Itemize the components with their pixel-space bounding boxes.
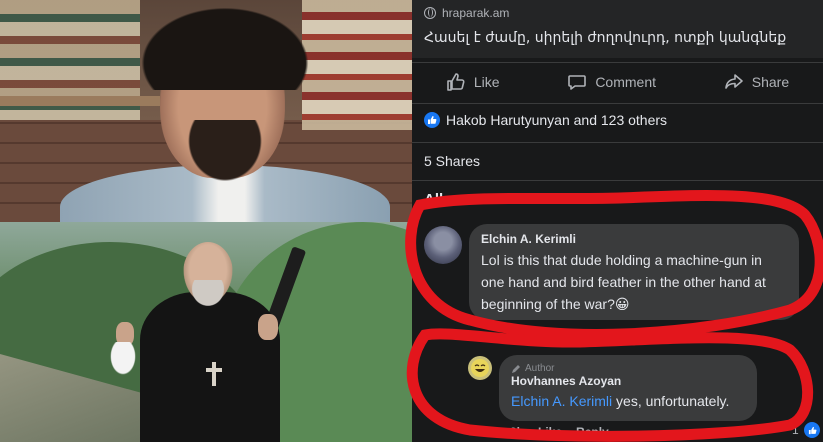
comment-bubble: Elchin A. Kerimli Lol is this that dude …	[469, 224, 799, 320]
comment-label: Comment	[595, 74, 656, 90]
screenshot-canvas: hraparak.am Հասել է ժամը, սիրելի ժողովու…	[0, 0, 823, 442]
reply-reaction-count: 1	[792, 423, 799, 437]
priest-hand-right	[258, 314, 278, 340]
comment-bubble-icon	[568, 75, 587, 90]
feather-whisk	[108, 342, 138, 378]
link-preview-source: hraparak.am	[424, 6, 509, 20]
shelf-board	[0, 96, 160, 106]
cross-pendant	[206, 362, 222, 386]
thumbs-up-icon	[447, 73, 465, 91]
share-label: Share	[751, 74, 790, 90]
globe-icon	[424, 7, 436, 19]
mention-link[interactable]: Elchin A. Kerimli	[511, 393, 612, 409]
divider	[412, 142, 823, 143]
comment-text: Lol is this that dude holding a machine-…	[481, 252, 766, 312]
man-beard	[180, 120, 270, 190]
reply-time: 9h	[510, 425, 525, 439]
share-button[interactable]: Share	[724, 72, 789, 92]
author-badge: Author	[511, 363, 745, 374]
reply-text: Elchin A. Kerimli yes, unfortunately.	[511, 390, 745, 412]
laughing-face-icon	[471, 359, 489, 377]
man-hair	[130, 0, 320, 90]
divider	[412, 103, 823, 104]
avatar[interactable]	[424, 226, 462, 264]
reply-like-button[interactable]: Like	[538, 425, 562, 439]
author-badge-label: Author	[525, 363, 555, 374]
share-arrow-icon	[724, 74, 743, 89]
reply-bubble: Author Hovhannes Azoyan Elchin A. Keriml…	[499, 355, 757, 421]
reply-meta-row: 9h Like Reply	[510, 425, 609, 439]
like-reaction-icon	[424, 112, 440, 128]
post-actions-bar: Like Comment Share	[412, 64, 823, 100]
divider	[412, 62, 823, 63]
pencil-icon	[512, 364, 520, 373]
avatar[interactable]	[468, 356, 492, 380]
comments-filter[interactable]: All comments	[424, 191, 522, 208]
priest-with-rifle-photo	[0, 222, 412, 442]
divider	[412, 180, 823, 181]
priest-beard	[188, 280, 228, 310]
link-preview-title[interactable]: Հասել է ժամը, սիրելի ժողովուրդ, ոտքի կան…	[424, 30, 819, 46]
reactions-text: Hakob Harutyunyan and 123 others	[446, 112, 668, 128]
like-reaction-icon	[804, 422, 820, 438]
comment-author[interactable]: Elchin A. Kerimli	[481, 232, 787, 246]
reply-author[interactable]: Hovhannes Azoyan	[511, 374, 745, 388]
reply-reply-button[interactable]: Reply	[576, 425, 609, 439]
reactions-summary[interactable]: Hakob Harutyunyan and 123 others	[424, 112, 667, 128]
link-preview-site: hraparak.am	[442, 6, 510, 20]
like-button[interactable]: Like	[446, 72, 500, 92]
like-label: Like	[473, 74, 500, 90]
shares-count[interactable]: 5 Shares	[424, 153, 480, 169]
link-preview[interactable]: hraparak.am Հասել է ժամը, սիրելի ժողովու…	[412, 0, 823, 58]
reply-body: yes, unfortunately.	[612, 393, 730, 409]
comment-button[interactable]: Comment	[567, 72, 656, 92]
facebook-post-panel: hraparak.am Հասել է ժամը, սիրելի ժողովու…	[412, 0, 823, 442]
man-portrait-photo	[0, 0, 412, 222]
